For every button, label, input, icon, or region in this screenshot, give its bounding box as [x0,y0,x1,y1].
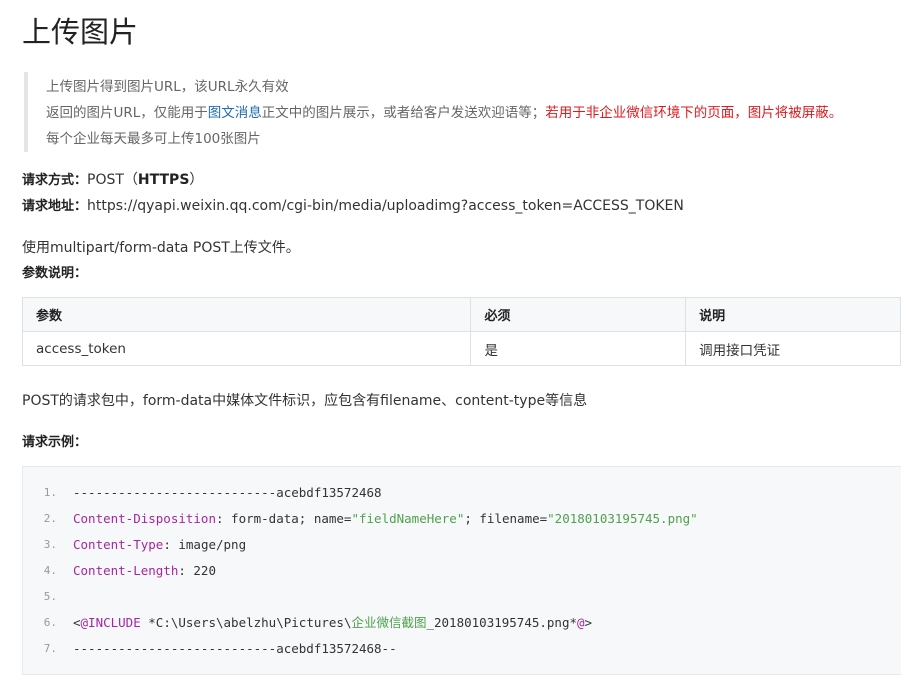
page-title: 上传图片 [22,15,139,49]
request-method-label: 请求方式： [22,173,88,188]
note-usage-warning: 若用于非企业微信环境下的页面，图片将被屏蔽。 [545,105,843,121]
usage-text: 使用multipart/form-data POST上传文件。 [22,240,300,256]
note-usage-middle: 正文中的图片展示，或者给客户发送欢迎语等； [261,105,546,121]
code-line: 3. Content-Type: image/png [23,532,901,558]
code-plain: < [73,615,81,630]
code-cjk-text: 企业微信截图 [351,615,427,630]
code-line: 1. ---------------------------acebdf1357… [23,480,901,506]
request-method-prefix: POST（ [87,172,138,188]
code-line: 4. Content-Length: 220 [23,558,901,584]
request-url: https://qyapi.weixin.qq.com/cgi-bin/medi… [87,198,684,214]
line-number: 3. [43,538,57,551]
line-number: 4. [43,564,57,577]
header-key: Content-Length [73,563,179,578]
header-key: Content-Disposition [73,511,216,526]
code-plain: _20180103195745.png* [426,615,577,630]
example-label: 请求示例： [22,435,88,450]
line-number: 2. [43,512,57,525]
request-method-protocol: HTTPS [137,172,190,188]
code-keyword: @ [577,615,585,630]
header-param: 参数 [21,297,472,332]
news-message-link[interactable]: 图文消息 [208,105,262,121]
code-block: 1. ---------------------------acebdf1357… [22,466,901,675]
code-line: 2. Content-Disposition: form-data; name=… [23,506,901,532]
line-number: 6. [43,616,57,629]
line-number: 7. [43,642,57,655]
line-number: 5. [43,590,57,603]
code-text: ---------------------------acebdf1357246… [73,485,382,500]
request-method-row: 请求方式：POST（HTTPS） [22,170,203,191]
code-text: Content-Type: image/png [73,532,246,558]
code-keyword: @INCLUDE [80,615,141,630]
code-line: 5. [23,584,901,610]
note-usage-scope: 返回的图片URL，仅能用于图文消息正文中的图片展示，或者给客户发送欢迎语等；若用… [46,100,901,126]
code-string: "20180103195745.png" [547,511,698,526]
cell-description: 调用接口凭证 [685,331,901,366]
code-plain: : image/png [163,537,247,552]
note-usage-prefix: 返回的图片URL，仅能用于 [46,105,208,121]
code-text: Content-Length: 220 [73,558,216,584]
params-label: 参数说明： [22,266,88,281]
code-text: Content-Disposition: form-data; name="fi… [73,506,698,532]
notes-blockquote: 上传图片得到图片URL，该URL永久有效 返回的图片URL，仅能用于图文消息正文… [24,72,901,152]
line-number: 1. [43,486,57,499]
header-key: Content-Type [73,537,164,552]
code-text: ---------------------------acebdf1357246… [73,641,397,656]
table-row: access_token 是 调用接口凭证 [21,331,901,366]
code-string: "fieldNameHere" [351,511,465,526]
note-daily-limit: 每个企业每天最多可上传100张图片 [46,131,261,147]
cell-param-name: access_token [21,331,472,366]
code-line: 7. ---------------------------acebdf1357… [23,636,901,662]
request-url-row: 请求地址：https://qyapi.weixin.qq.com/cgi-bin… [22,196,684,217]
params-table-header: 参数 必须 说明 [21,297,901,332]
code-plain: *C:\Users\abelzhu\Pictures\ [140,615,352,630]
request-method-suffix: ） [189,172,204,188]
params-table: 参数 必须 说明 access_token 是 调用接口凭证 [21,297,901,366]
header-required: 必须 [470,297,687,332]
request-url-label: 请求地址： [22,199,88,214]
code-plain: : 220 [178,563,216,578]
note-permanent-url: 上传图片得到图片URL，该URL永久有效 [46,79,289,95]
code-line: 6. <@INCLUDE *C:\Users\abelzhu\Pictures\… [23,610,901,636]
header-description: 说明 [685,297,901,332]
cell-required: 是 [470,331,687,366]
code-plain: : form-data; name= [216,511,352,526]
post-note: POST的请求包中，form-data中媒体文件标识，应包含有filename、… [22,393,588,409]
code-plain: ; filename= [464,511,548,526]
code-text: <@INCLUDE *C:\Users\abelzhu\Pictures\企业微… [73,610,592,636]
code-plain: > [584,615,593,630]
